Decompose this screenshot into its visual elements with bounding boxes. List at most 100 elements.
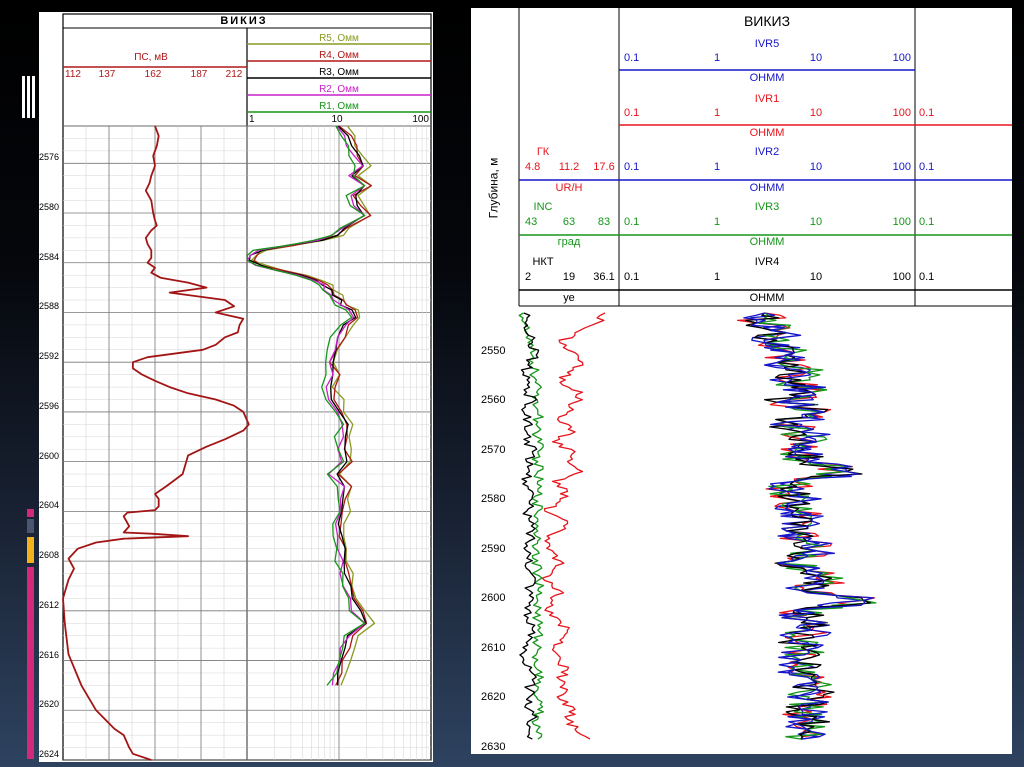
left-log-panel: ВИКИЗ ПС, мВ 112 137 162 187 212 R5, Омм…	[39, 12, 433, 762]
ivr4-tick: 10	[809, 271, 823, 283]
depth-tick-label: 2616	[39, 649, 60, 660]
nkt-tick: 2	[525, 271, 532, 283]
ivr4-tick: 0.1	[919, 271, 935, 283]
gk-name: ГК	[536, 146, 550, 158]
right-log-svg	[518, 8, 1012, 740]
res-tick-10: 10	[331, 114, 343, 125]
ivr4-tick: 1	[713, 271, 721, 283]
nkt-tick: 19	[562, 271, 576, 283]
depth-tick-label: 2620	[39, 699, 60, 710]
legend-r3: R3, Омм	[319, 67, 359, 78]
left-log-svg	[62, 13, 432, 761]
sp-tick: 212	[225, 69, 243, 80]
nkt-tick: 36.1	[593, 271, 615, 283]
inc-tick: 63	[562, 216, 576, 228]
depth-tick-label: 2592	[39, 351, 60, 362]
depth-tick-label: 2588	[39, 301, 60, 312]
ivr2-name: IVR2	[754, 146, 780, 158]
ivr4-unit: ОНММ	[749, 292, 785, 304]
ivr3-unit: ОНММ	[749, 236, 785, 248]
right-title: ВИКИЗ	[743, 13, 791, 29]
inc-tick: 43	[525, 216, 538, 228]
depth-tick-label: 2612	[39, 599, 60, 610]
inc-unit: град	[557, 236, 581, 248]
depth-tick-label: 2624	[39, 749, 60, 759]
sp-tick: 187	[190, 69, 208, 80]
ivr1-tick: 1	[713, 107, 721, 119]
depth-tick-label: 2600	[481, 592, 506, 605]
depth-tick-label: 2600	[39, 450, 60, 461]
depth-tick-label: 2610	[481, 641, 506, 654]
depth-tick-label: 2630	[481, 741, 506, 754]
depth-axis-title: Глубина, м	[486, 157, 501, 219]
legend-r1: R1, Омм	[319, 101, 359, 112]
depth-tick-label: 2550	[481, 344, 506, 357]
ivr2-tick: 10	[809, 161, 823, 173]
ivr2-tick: 1	[713, 161, 721, 173]
ivr1-tick: 0.1	[624, 107, 640, 119]
ivr5-name: IVR5	[754, 38, 780, 50]
legend-r2: R2, Омм	[319, 84, 359, 95]
curve-ГК	[541, 312, 606, 740]
ivr5-tick: 100	[892, 52, 911, 64]
decor-bars	[22, 76, 38, 118]
nkt-name: НКТ	[532, 256, 554, 268]
gk-tick: 11.2	[558, 161, 580, 173]
ivr3-name: IVR3	[754, 201, 780, 213]
ivr4-tick: 0.1	[624, 271, 640, 283]
res-tick-1: 1	[249, 114, 255, 125]
ivr3-tick: 10	[809, 216, 823, 228]
depth-tick-label: 2590	[481, 542, 506, 555]
sp-tick: 112	[65, 69, 81, 80]
ivr2-tick: 0.1	[919, 161, 935, 173]
decor-strip-gray	[27, 519, 34, 533]
sp-tick: 162	[144, 69, 162, 80]
ivr3-tick: 0.1	[624, 216, 640, 228]
gk-tick: 4.8	[525, 161, 541, 173]
depth-tick-label: 2608	[39, 550, 60, 561]
sp-axis-label: ПС, мВ	[134, 52, 168, 63]
depth-tick-label: 2596	[39, 400, 60, 411]
depth-tick-label: 2584	[39, 251, 60, 262]
ivr5-tick: 10	[809, 52, 823, 64]
gk-unit: UR/H	[555, 182, 583, 194]
ivr2-tick: 100	[892, 161, 911, 173]
decor-strip-magenta-1	[27, 509, 34, 517]
ivr4-name: IVR4	[754, 256, 780, 268]
sp-tick: 137	[98, 69, 116, 80]
legend-r4: R4, Омм	[319, 50, 359, 61]
right-log-panel: ВИКИЗ Глубина, м IVR5 0.1 1 10 100 ОНММ …	[471, 8, 1012, 754]
res-tick-100: 100	[412, 114, 429, 125]
res-curve-R2, Омм	[246, 125, 366, 686]
depth-tick-label: 2560	[481, 394, 506, 407]
inc-name: INC	[533, 201, 553, 213]
ivr2-unit: ОНММ	[749, 182, 785, 194]
ivr3-tick: 1	[713, 216, 721, 228]
ivr1-tick: 0.1	[919, 107, 935, 119]
ivr1-unit: ОНММ	[749, 127, 785, 139]
curve-IVR5	[743, 312, 875, 740]
ivr1-tick: 100	[892, 107, 911, 119]
ivr3-tick: 100	[892, 216, 911, 228]
depth-tick-label: 2576	[39, 152, 60, 163]
ivr1-name: IVR1	[754, 93, 780, 105]
depth-tick-label: 2570	[481, 443, 506, 456]
ivr5-tick: 0.1	[624, 52, 640, 64]
ivr4-tick: 100	[892, 271, 911, 283]
depth-tick-label: 2604	[39, 500, 60, 511]
ivr2-tick: 0.1	[624, 161, 640, 173]
gk-tick: 17.6	[593, 161, 615, 173]
ivr3-tick: 0.1	[919, 216, 935, 228]
decor-strip-orange	[27, 537, 34, 563]
left-title: ВИКИЗ	[220, 15, 268, 27]
depth-tick-label: 2620	[481, 691, 506, 704]
sp-curve	[62, 125, 250, 761]
inc-tick: 83	[597, 216, 611, 228]
decor-strip-magenta-2	[27, 567, 34, 759]
ivr5-unit: ОНММ	[749, 72, 785, 84]
legend-r5: R5, Омм	[319, 33, 359, 44]
ivr5-tick: 1	[713, 52, 721, 64]
res-curve-R1, Омм	[246, 125, 366, 686]
ivr1-tick: 10	[809, 107, 823, 119]
nkt-unit: уе	[563, 292, 575, 304]
